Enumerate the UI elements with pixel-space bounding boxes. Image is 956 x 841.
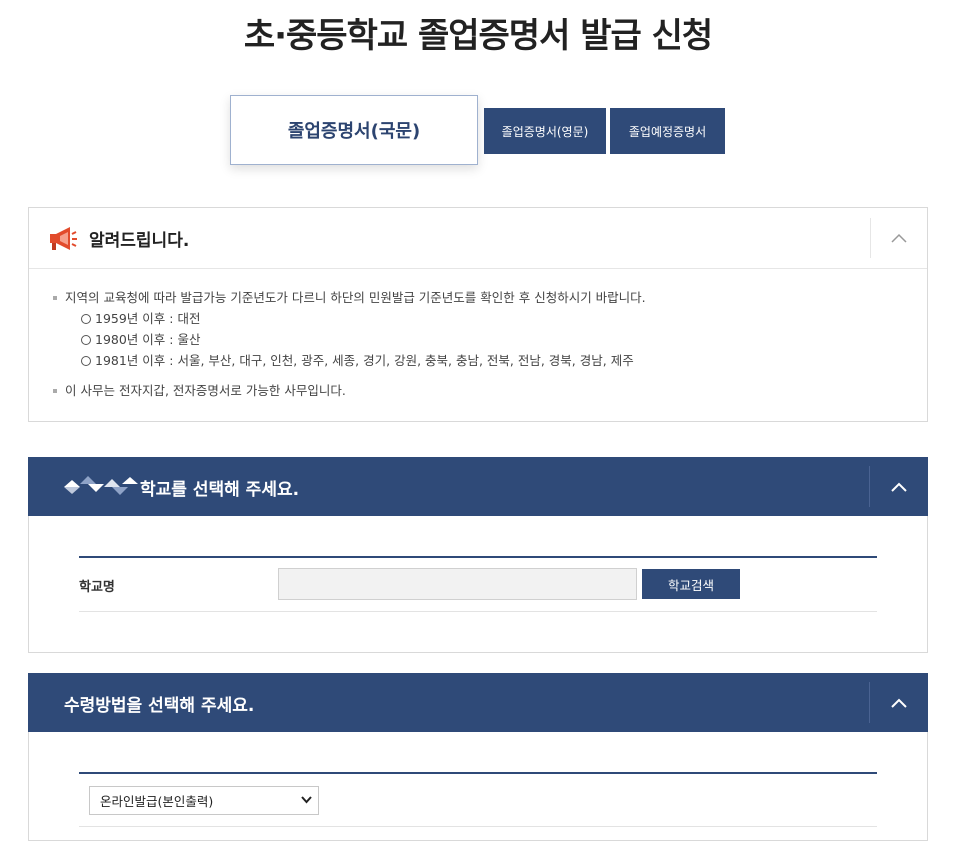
school-search-button[interactable]: 학교검색 [642, 569, 740, 599]
school-form-table: 학교명 학교검색 [79, 556, 877, 612]
school-name-label: 학교명 [79, 580, 115, 595]
notice-sub-item: 1980년 이후 : 울산 [53, 329, 646, 350]
notice-sub-item-text: 1959년 이후 : 대전 [95, 311, 201, 326]
notice-sub-item: 1981년 이후 : 서울, 부산, 대구, 인천, 광주, 세종, 경기, 강… [53, 350, 646, 371]
method-section-header: 수령방법을 선택해 주세요. [28, 673, 928, 732]
chevron-up-icon [891, 482, 907, 492]
school-section-collapse-button[interactable] [869, 466, 928, 507]
school-section-title: 학교를 선택해 주세요. [140, 480, 300, 500]
method-section-body: 온라인발급(본인출력) [28, 732, 928, 841]
method-section-collapse-button[interactable] [869, 682, 928, 723]
method-form-table: 온라인발급(본인출력) [79, 772, 877, 827]
school-name-input[interactable] [278, 568, 637, 600]
notice-box: 알려드립니다. 지역의 교육청에 따라 발급가능 기준년도가 다르니 하단의 민… [28, 207, 928, 422]
circle-bullet-icon [81, 356, 91, 366]
chevron-up-icon [891, 233, 907, 243]
tab-graduation-english[interactable]: 졸업증명서(영문) [484, 108, 606, 154]
notice-body: 지역의 교육청에 따라 발급가능 기준년도가 다르니 하단의 민원발급 기준년도… [53, 288, 646, 401]
notice-sub-item: 1959년 이후 : 대전 [53, 308, 646, 329]
chevron-down-icon [301, 796, 312, 804]
notice-item: 이 사무는 전자지갑, 전자증명서로 가능한 사무입니다. [53, 381, 646, 401]
notice-item-text: 이 사무는 전자지갑, 전자증명서로 가능한 사무입니다. [65, 383, 346, 398]
form-row-method: 온라인발급(본인출력) [79, 774, 877, 827]
method-section-title: 수령방법을 선택해 주세요. [64, 696, 255, 716]
megaphone-icon [50, 227, 77, 250]
notice-sub-item-text: 1981년 이후 : 서울, 부산, 대구, 인천, 광주, 세종, 경기, 강… [95, 353, 634, 368]
form-row-school: 학교명 학교검색 [79, 558, 877, 612]
tab-graduation-korean[interactable]: 졸업증명서(국문) [230, 95, 478, 165]
circle-bullet-icon [81, 335, 91, 345]
receive-method-selected: 온라인발급(본인출력) [100, 794, 214, 809]
notice-title: 알려드립니다. [89, 231, 190, 251]
notice-item: 지역의 교육청에 따라 발급가능 기준년도가 다르니 하단의 민원발급 기준년도… [53, 288, 646, 308]
page-title: 초·중등학교 졸업증명서 발급 신청 [243, 16, 713, 56]
school-section-body: 학교명 학교검색 [28, 516, 928, 653]
notice-sub-item-text: 1980년 이후 : 울산 [95, 332, 201, 347]
circle-bullet-icon [81, 314, 91, 324]
school-section-header: 학교를 선택해 주세요. [28, 457, 928, 516]
tab-expected-graduation[interactable]: 졸업예정증명서 [610, 108, 725, 154]
notice-collapse-button[interactable] [870, 218, 927, 258]
receive-method-select[interactable]: 온라인발급(본인출력) [89, 786, 319, 815]
chevron-up-icon [891, 698, 907, 708]
notice-header: 알려드립니다. [29, 208, 927, 269]
bullet-icon [53, 389, 57, 393]
decorative-pattern-icon [64, 476, 138, 495]
notice-item-text: 지역의 교육청에 따라 발급가능 기준년도가 다르니 하단의 민원발급 기준년도… [65, 290, 646, 305]
bullet-icon [53, 296, 57, 300]
